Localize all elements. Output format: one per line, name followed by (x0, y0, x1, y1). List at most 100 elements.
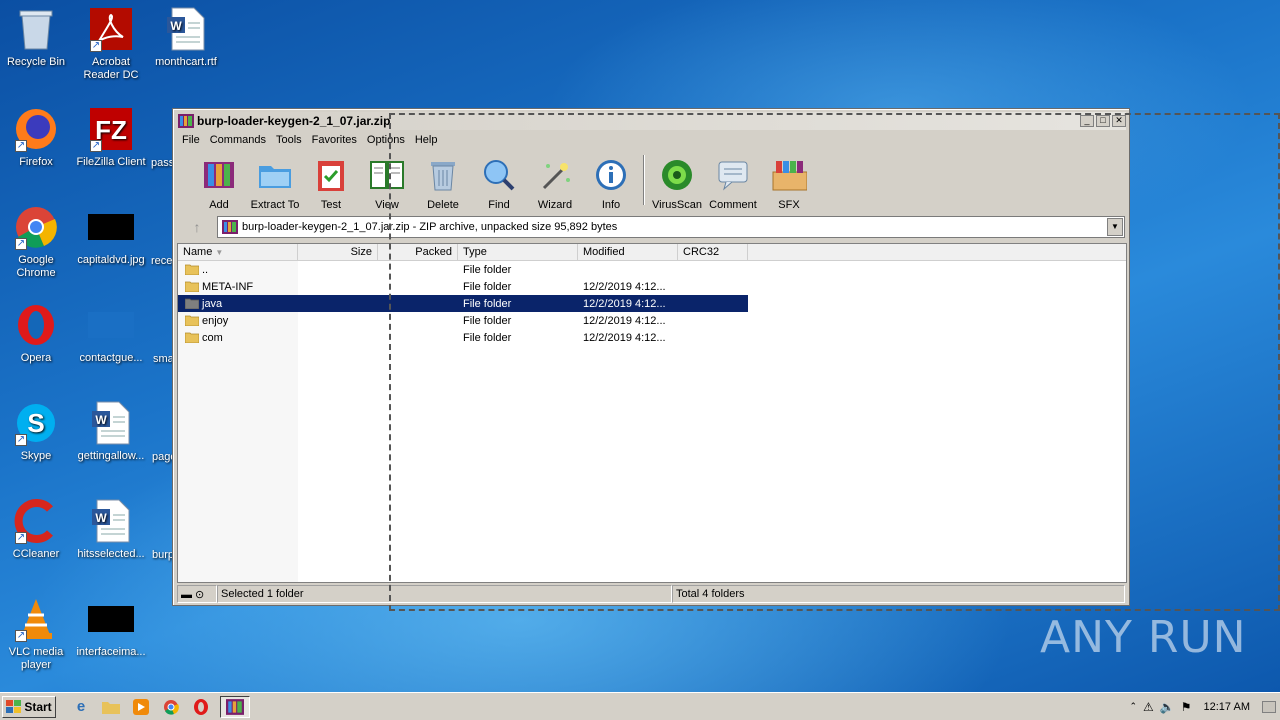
view-button[interactable]: View (359, 151, 415, 211)
winrar-window[interactable]: burp-loader-keygen-2_1_07.jar.zip _ □ ✕ … (172, 108, 1130, 606)
desktop-icon-ccleaner[interactable]: ↗ CCleaner (0, 498, 74, 561)
desktop-icon-gettingallow[interactable]: W gettingallow... (73, 400, 149, 463)
virusscan-button[interactable]: VirusScan (649, 151, 705, 211)
chrome-icon: ↗ (13, 204, 59, 250)
menu-bar: File Commands Tools Favorites Options He… (177, 131, 1125, 149)
taskbar-explorer[interactable] (100, 696, 122, 718)
delete-button[interactable]: Delete (415, 151, 471, 211)
column-title: Name (183, 246, 213, 258)
toolbar-label: SFX (778, 199, 800, 211)
title-bar[interactable]: burp-loader-keygen-2_1_07.jar.zip _ □ ✕ (176, 112, 1126, 130)
desktop-icon-rece[interactable]: rece (151, 255, 172, 267)
list-item[interactable]: com File folder 12/2/2019 4:12... (178, 329, 1126, 346)
desktop-icon-contactgue[interactable]: contactgue... (73, 302, 149, 365)
menu-tools[interactable]: Tools (271, 134, 307, 146)
desktop-icon-firefox[interactable]: ↗ Firefox (0, 106, 74, 169)
list-item[interactable]: enjoy File folder 12/2/2019 4:12... (178, 312, 1126, 329)
network-icon[interactable]: ⚠ (1143, 700, 1154, 714)
file-list[interactable]: Name ▼ Size Packed Type Modified CRC32 .… (177, 243, 1127, 583)
column-header-crc32[interactable]: CRC32 (678, 244, 748, 261)
archive-path-field[interactable]: burp-loader-keygen-2_1_07.jar.zip - ZIP … (217, 216, 1125, 238)
list-item-selected[interactable]: java File folder 12/2/2019 4:12... (178, 295, 748, 312)
item-type: File folder (463, 263, 512, 276)
desktop-icon-label: CCleaner (12, 548, 60, 560)
desktop-icon-capitaldvd[interactable]: capitaldvd.jpg (73, 204, 149, 267)
start-button[interactable]: Start (2, 695, 56, 718)
desktop-icon-monthcart[interactable]: W monthcart.rtf (148, 6, 224, 69)
menu-favorites[interactable]: Favorites (307, 134, 362, 146)
taskbar-winrar[interactable] (220, 695, 250, 718)
drive-icon: ▬ ⊙ (177, 585, 217, 603)
status-bar: ▬ ⊙ Selected 1 folder Total 4 folders (177, 585, 1125, 603)
desktop-icon-recycle-bin[interactable]: Recycle Bin (0, 6, 74, 69)
maximize-button[interactable]: □ (1096, 115, 1110, 127)
column-header-packed[interactable]: Packed (378, 244, 458, 261)
column-header-modified[interactable]: Modified (578, 244, 678, 261)
desktop-icon-label: monthcart.rtf (155, 56, 217, 68)
up-one-level-button[interactable]: ↑ (177, 216, 217, 238)
list-item[interactable]: .. File folder (178, 261, 1126, 278)
word-doc-icon: W (88, 498, 134, 544)
desktop-icon-label: rece (151, 255, 173, 267)
recycle-bin-icon (13, 6, 59, 52)
acrobat-icon: ↗ (88, 6, 134, 52)
status-total: Total 4 folders (672, 585, 1125, 603)
folder-icon (185, 281, 199, 292)
column-header-name[interactable]: Name ▼ (178, 244, 298, 261)
chevron-down-icon[interactable]: ▼ (1107, 218, 1123, 236)
desktop-icon-chrome[interactable]: ↗ Google Chrome (0, 204, 74, 280)
chevron-up-icon[interactable]: ⌃ (1129, 701, 1137, 712)
comment-icon (715, 157, 751, 193)
wizard-button[interactable]: Wizard (527, 151, 583, 211)
desktop-icon-opera[interactable]: Opera (0, 302, 74, 365)
minimize-button[interactable]: _ (1080, 115, 1094, 127)
vlc-icon: ↗ (13, 596, 59, 642)
extract-to-button[interactable]: Extract To (247, 151, 303, 211)
find-button[interactable]: Find (471, 151, 527, 211)
toolbar-label: Extract To (250, 199, 300, 211)
volume-icon[interactable]: 🔈 (1160, 700, 1175, 714)
menu-help[interactable]: Help (410, 134, 443, 146)
taskbar-opera[interactable] (190, 696, 212, 718)
desktop-icon-pass[interactable]: pass (151, 157, 174, 169)
desktop-icon-label: Opera (20, 352, 52, 364)
desktop-icon-skype[interactable]: S ↗ Skype (0, 400, 74, 463)
desktop-icon-burp[interactable]: burp (152, 549, 174, 561)
menu-commands[interactable]: Commands (205, 134, 271, 146)
chrome-icon (164, 699, 179, 715)
desktop-icon-hitsselected[interactable]: W hitsselected... (73, 498, 149, 561)
toolbar: Add Extract To Test View Delete Find Wiz… (177, 151, 1125, 211)
column-header-size[interactable]: Size (298, 244, 378, 261)
flag-icon[interactable]: ⚑ (1181, 700, 1192, 714)
taskbar-media-player[interactable] (130, 696, 152, 718)
add-button[interactable]: Add (191, 151, 247, 211)
sfx-button[interactable]: SFX (761, 151, 817, 211)
item-name: META-INF (202, 280, 254, 293)
close-button[interactable]: ✕ (1112, 115, 1126, 127)
item-modified: 12/2/2019 4:12... (583, 331, 666, 344)
comment-button[interactable]: Comment (705, 151, 761, 211)
show-desktop-button[interactable] (1262, 700, 1276, 713)
taskbar-ie[interactable]: e (70, 696, 92, 718)
wizard-wand-icon (537, 157, 573, 193)
taskbar-chrome[interactable] (160, 696, 182, 718)
desktop-icon-sma[interactable]: sma (153, 353, 174, 365)
clock[interactable]: 12:17 AM (1204, 701, 1250, 713)
column-header-type[interactable]: Type (458, 244, 578, 261)
opera-icon (13, 302, 59, 348)
test-button[interactable]: Test (303, 151, 359, 211)
info-button[interactable]: Info (583, 151, 639, 211)
list-item[interactable]: META-INF File folder 12/2/2019 4:12... (178, 278, 1126, 295)
folder-icon (185, 264, 199, 275)
desktop-icon-acrobat[interactable]: ↗ Acrobat Reader DC (73, 6, 149, 82)
desktop-icon-label: FileZilla Client (76, 156, 146, 168)
image-thumb-icon (88, 596, 134, 642)
desktop-icon-interfaceima[interactable]: interfaceima... (73, 596, 149, 659)
desktop-icon-filezilla[interactable]: FZ ↗ FileZilla Client (73, 106, 149, 169)
menu-file[interactable]: File (177, 134, 205, 146)
menu-options[interactable]: Options (362, 134, 410, 146)
add-archive-icon (201, 157, 237, 193)
item-modified: 12/2/2019 4:12... (583, 297, 666, 310)
desktop-icon-vlc[interactable]: ↗ VLC media player (0, 596, 74, 672)
filezilla-icon: FZ ↗ (88, 106, 134, 152)
